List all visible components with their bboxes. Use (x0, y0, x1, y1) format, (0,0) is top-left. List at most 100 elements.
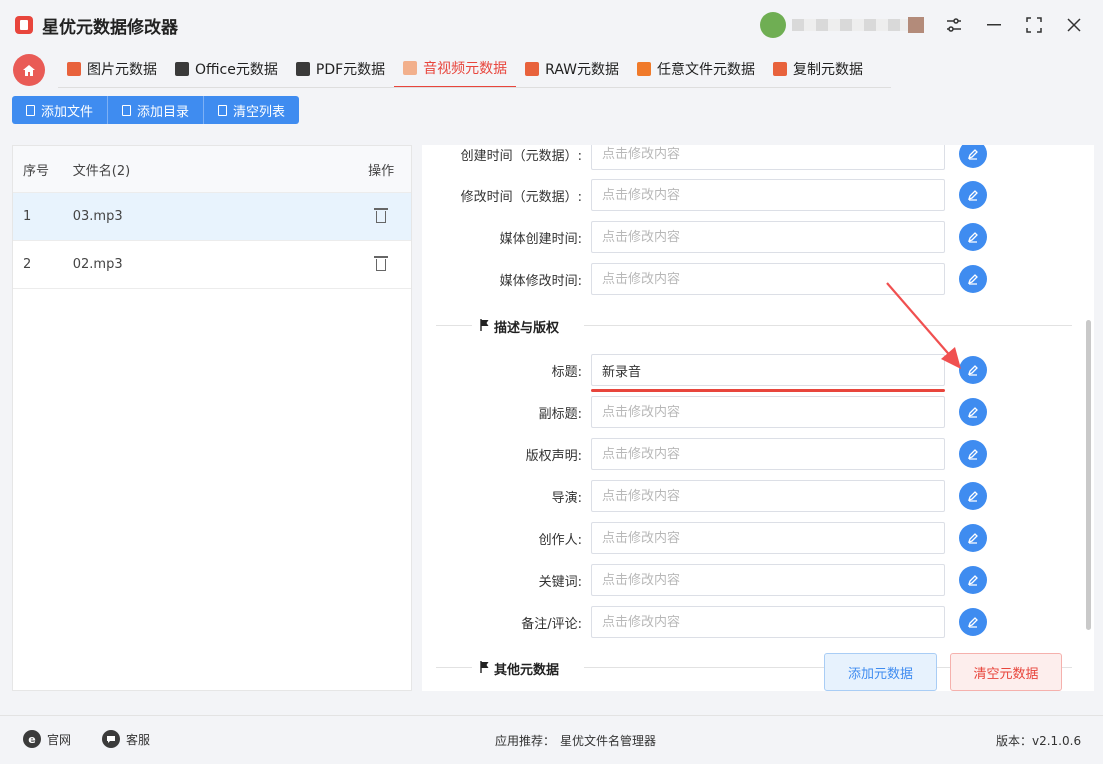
field-created-time: 创建时间（元数据）: (422, 145, 1002, 170)
file-toolbar: 添加文件 添加目录 清空列表 (12, 96, 300, 124)
pencil-icon (967, 575, 978, 586)
scrollbar-thumb[interactable] (1086, 320, 1091, 630)
image-icon (67, 62, 81, 76)
tab-image-metadata[interactable]: 图片元数据 (58, 50, 166, 88)
avatar[interactable] (760, 12, 786, 38)
table-row[interactable]: 1 03.mp3 (13, 193, 411, 241)
version-label: 版本：v2.1.0.6 (996, 734, 1082, 748)
pencil-icon (967, 232, 978, 243)
edit-button[interactable] (959, 566, 987, 594)
tab-audio-video-metadata[interactable]: 音视频元数据 (394, 50, 517, 88)
user-account[interactable] (760, 12, 930, 38)
pencil-icon (967, 449, 978, 460)
home-button[interactable] (13, 54, 45, 86)
column-number: 序号 (23, 163, 50, 179)
field-media-created-time: 媒体创建时间: (422, 221, 1002, 253)
edit-button[interactable] (959, 398, 987, 426)
app-title: 星优元数据修改器 (42, 18, 178, 38)
pencil-icon (967, 190, 978, 201)
edit-button[interactable] (959, 608, 987, 636)
pencil-icon (967, 149, 978, 160)
raw-icon (525, 62, 540, 76)
category-tabs: 图片元数据 Office元数据 PDF元数据 音视频元数据 RAW元数据 任意文… (58, 50, 872, 88)
flag-icon (480, 319, 489, 331)
edit-button[interactable] (959, 440, 987, 468)
delete-icon[interactable] (374, 255, 389, 271)
annotation-underline (591, 389, 945, 392)
column-action: 操作 (368, 163, 395, 179)
pencil-icon (967, 533, 978, 544)
field-subtitle: 副标题: (422, 396, 1002, 428)
app-logo-icon (15, 16, 33, 34)
created-time-input[interactable] (591, 145, 945, 170)
website-link[interactable]: e 官网 (23, 730, 71, 748)
tab-pdf-metadata[interactable]: PDF元数据 (287, 50, 394, 88)
metadata-form: 创建时间（元数据）: 修改时间（元数据）: 媒体创建时间: 媒体修改时间: 描述… (422, 145, 1094, 691)
field-comment: 备注/评论: (422, 606, 1002, 638)
tab-copy-metadata[interactable]: 复制元数据 (764, 50, 872, 88)
modified-time-input[interactable] (591, 179, 945, 211)
field-copyright: 版权声明: (422, 438, 1002, 470)
comment-input[interactable] (591, 606, 945, 638)
edit-button[interactable] (959, 223, 987, 251)
office-icon (175, 62, 189, 76)
add-directory-button[interactable]: 添加目录 (108, 96, 205, 124)
table-row[interactable]: 2 02.mp3 (13, 241, 411, 289)
tab-raw-metadata[interactable]: RAW元数据 (516, 50, 628, 88)
home-icon (23, 64, 35, 76)
flag-icon (480, 661, 489, 673)
annotation-arrow-icon (886, 282, 961, 369)
keywords-input[interactable] (591, 564, 945, 596)
field-modified-time: 修改时间（元数据）: (422, 179, 1002, 211)
field-creator: 创作人: (422, 522, 1002, 554)
creator-input[interactable] (591, 522, 945, 554)
clear-list-button[interactable]: 清空列表 (204, 96, 300, 124)
section-description-copyright: 描述与版权 (436, 316, 1072, 336)
browser-e-icon: e (23, 730, 41, 748)
tab-any-file-metadata[interactable]: 任意文件元数据 (628, 50, 764, 88)
file-icon (636, 62, 651, 76)
support-link[interactable]: 客服 (102, 730, 150, 748)
add-file-button[interactable]: 添加文件 (12, 96, 109, 124)
document-icon (26, 104, 35, 116)
copy-icon (772, 62, 787, 76)
delete-icon[interactable] (374, 207, 389, 223)
add-metadata-button[interactable]: 添加元数据 (824, 653, 937, 691)
column-filename: 文件名(2) (72, 163, 131, 179)
pencil-icon (967, 407, 978, 418)
pencil-icon (967, 617, 978, 628)
clear-metadata-button[interactable]: 清空元数据 (950, 653, 1062, 691)
tab-office-metadata[interactable]: Office元数据 (166, 50, 287, 88)
recommend-label: 应用推荐： (495, 734, 556, 748)
document-icon (122, 104, 132, 116)
edit-button[interactable] (959, 482, 987, 510)
pencil-icon (967, 365, 978, 376)
media-icon (403, 61, 418, 75)
minimize-icon[interactable] (981, 12, 1007, 38)
title-bar: 星优元数据修改器 (0, 0, 1103, 50)
chat-icon (102, 730, 120, 748)
copyright-input[interactable] (591, 438, 945, 470)
field-keywords: 关键词: (422, 564, 1002, 596)
pencil-icon (967, 491, 978, 502)
edit-button[interactable] (959, 145, 987, 168)
director-input[interactable] (591, 480, 945, 512)
recommended-app-link[interactable]: 星优文件名管理器 (560, 732, 656, 749)
pencil-icon (967, 274, 978, 285)
blurred-badge (908, 17, 924, 33)
file-list-panel: 序号 文件名(2) 操作 1 03.mp3 2 02.mp3 (12, 145, 412, 691)
trash-icon (218, 104, 228, 116)
pdf-icon (295, 62, 310, 76)
field-director: 导演: (422, 480, 1002, 512)
maximize-icon[interactable] (1021, 12, 1047, 38)
tab-divider (58, 87, 891, 88)
blurred-username (792, 19, 912, 31)
edit-button[interactable] (959, 181, 987, 209)
settings-sliders-icon[interactable] (941, 12, 967, 38)
file-list-header: 序号 文件名(2) 操作 (13, 146, 411, 193)
edit-button[interactable] (959, 524, 987, 552)
subtitle-input[interactable] (591, 396, 945, 428)
status-footer: e 官网 客服 应用推荐： 星优文件名管理器 版本：v2.1.0.6 (0, 715, 1103, 764)
media-created-time-input[interactable] (591, 221, 945, 253)
close-icon[interactable] (1061, 12, 1087, 38)
